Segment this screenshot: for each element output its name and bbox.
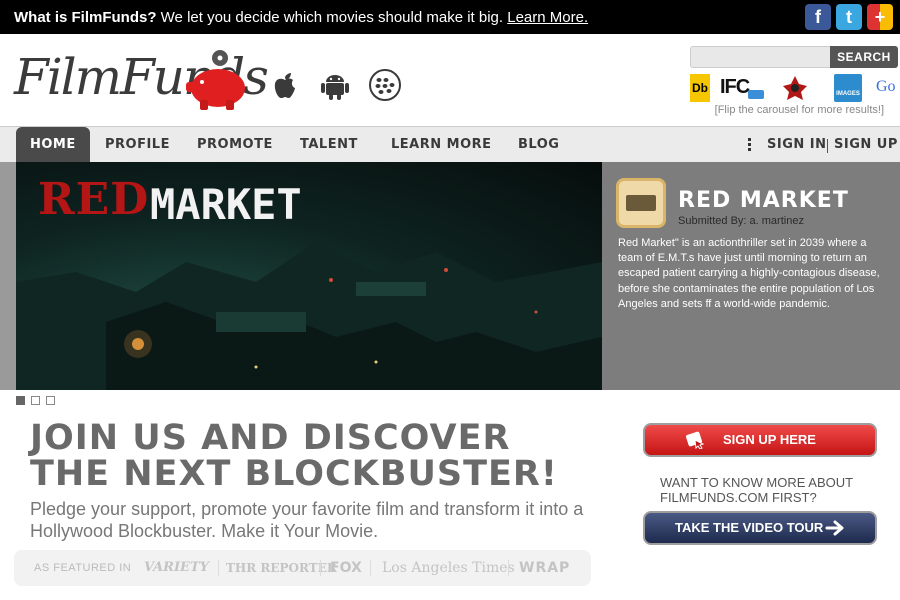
android-icon[interactable] (318, 68, 352, 102)
ifc-tag-icon (748, 90, 764, 99)
carousel-hint: [Flip the carousel for more results!] (714, 104, 884, 116)
site-header: FilmFunds SEARCH Db IFC IMAGES Go [Flip … (0, 34, 900, 126)
googleplus-icon[interactable]: + (867, 4, 893, 30)
film-submitter: Submitted By: a. martinez (678, 215, 804, 227)
main-nav: HOME PROFILE PROMOTE TALENT LEARN MORE B… (0, 126, 900, 163)
join-headline: JOIN US AND DISCOVER THE NEXT BLOCKBUSTE… (30, 420, 558, 492)
pager-dot-1[interactable] (16, 396, 25, 405)
video-tour-label: TAKE THE VIDEO TOUR (675, 520, 824, 535)
sign-in-link[interactable]: SIGN IN (767, 127, 827, 163)
twitter-icon[interactable]: t (836, 4, 862, 30)
featured-wrap-logo: WRAP (519, 560, 571, 576)
banner-title-white: MARKET (150, 180, 302, 229)
nav-blog[interactable]: BLOG (518, 127, 559, 163)
banner-text: We let you decide which movies should ma… (156, 9, 508, 26)
banner-message: What is FilmFunds? We let you decide whi… (14, 9, 588, 26)
carousel-item-imdb[interactable]: Db (690, 74, 710, 102)
search-button[interactable]: SEARCH (830, 46, 898, 68)
partner-carousel[interactable]: Db IFC IMAGES Go (690, 74, 900, 102)
film-description: Red Market" is an actionthriller set in … (618, 237, 880, 310)
sign-up-here-label: SIGN UP HERE (723, 432, 816, 447)
film-banner-image[interactable]: RED MARKET (16, 162, 602, 390)
facebook-icon[interactable]: f (805, 4, 831, 30)
nav-learn-more[interactable]: LEARN MORE (391, 127, 492, 163)
featured-separator (320, 560, 321, 576)
carousel-item-ifc[interactable]: IFC (720, 74, 764, 102)
nav-profile[interactable]: PROFILE (105, 127, 170, 163)
film-reel-icon[interactable] (616, 178, 666, 228)
hero-strip (0, 162, 16, 390)
film-info-panel: RED MARKET Submitted By: a. martinez Red… (602, 162, 900, 390)
pager-dot-3[interactable] (46, 396, 55, 405)
hand-pointer-icon (686, 431, 705, 449)
sign-up-here-button[interactable]: SIGN UP HERE (643, 423, 877, 457)
carousel-item-google[interactable]: Go (876, 74, 900, 102)
banner-title-red: RED (38, 174, 150, 225)
want-line-1: WANT TO KNOW MORE ABOUT (660, 475, 854, 490)
nav-talent[interactable]: TALENT (300, 127, 358, 163)
nav-promote[interactable]: PROMOTE (197, 127, 273, 163)
sign-up-link[interactable]: SIGN UP (834, 127, 898, 163)
blackberry-icon[interactable] (368, 68, 402, 102)
featured-separator (218, 560, 219, 576)
carousel-item-red-icon[interactable] (782, 74, 808, 102)
join-line-2: THE NEXT BLOCKBUSTER! (30, 454, 558, 494)
more-dots-icon[interactable] (748, 138, 751, 152)
arrow-right-icon (825, 520, 844, 536)
join-line-1: JOIN US AND DISCOVER (30, 418, 511, 458)
nav-home[interactable]: HOME (16, 127, 90, 163)
featured-separator (508, 560, 509, 576)
film-title[interactable]: RED MARKET (678, 188, 849, 213)
featured-variety-logo: VARIETY (144, 560, 209, 575)
search-input[interactable] (690, 46, 832, 68)
pager-dot-2[interactable] (31, 396, 40, 405)
banner-question: What is FilmFunds? (14, 9, 157, 26)
featured-film-hero: RED MARKET RED MARKET Submitted By: a. m… (0, 162, 900, 390)
featured-label: AS FEATURED IN (34, 562, 132, 574)
pledge-text: Pledge your support, promote your favori… (30, 499, 584, 541)
carousel-item-images[interactable]: IMAGES (834, 74, 862, 102)
featured-fox-logo: FOX (330, 560, 362, 576)
top-banner: What is FilmFunds? We let you decide whi… (0, 0, 900, 34)
learn-more-link[interactable]: Learn More. (507, 9, 588, 26)
nav-separator (827, 139, 828, 153)
apple-icon[interactable] (268, 68, 302, 102)
featured-in-bar: AS FEATURED IN VARIETY THR REPORTER FOX … (14, 550, 591, 586)
featured-latimes-logo: Los Angeles Times (382, 560, 515, 576)
want-line-2: FILMFUNDS.COM FIRST? (660, 490, 817, 505)
piggy-bank-icon (186, 50, 245, 110)
want-to-know-text: WANT TO KNOW MORE ABOUT FILMFUNDS.COM FI… (660, 475, 880, 505)
video-tour-button[interactable]: TAKE THE VIDEO TOUR (643, 511, 877, 545)
featured-separator (370, 560, 371, 576)
